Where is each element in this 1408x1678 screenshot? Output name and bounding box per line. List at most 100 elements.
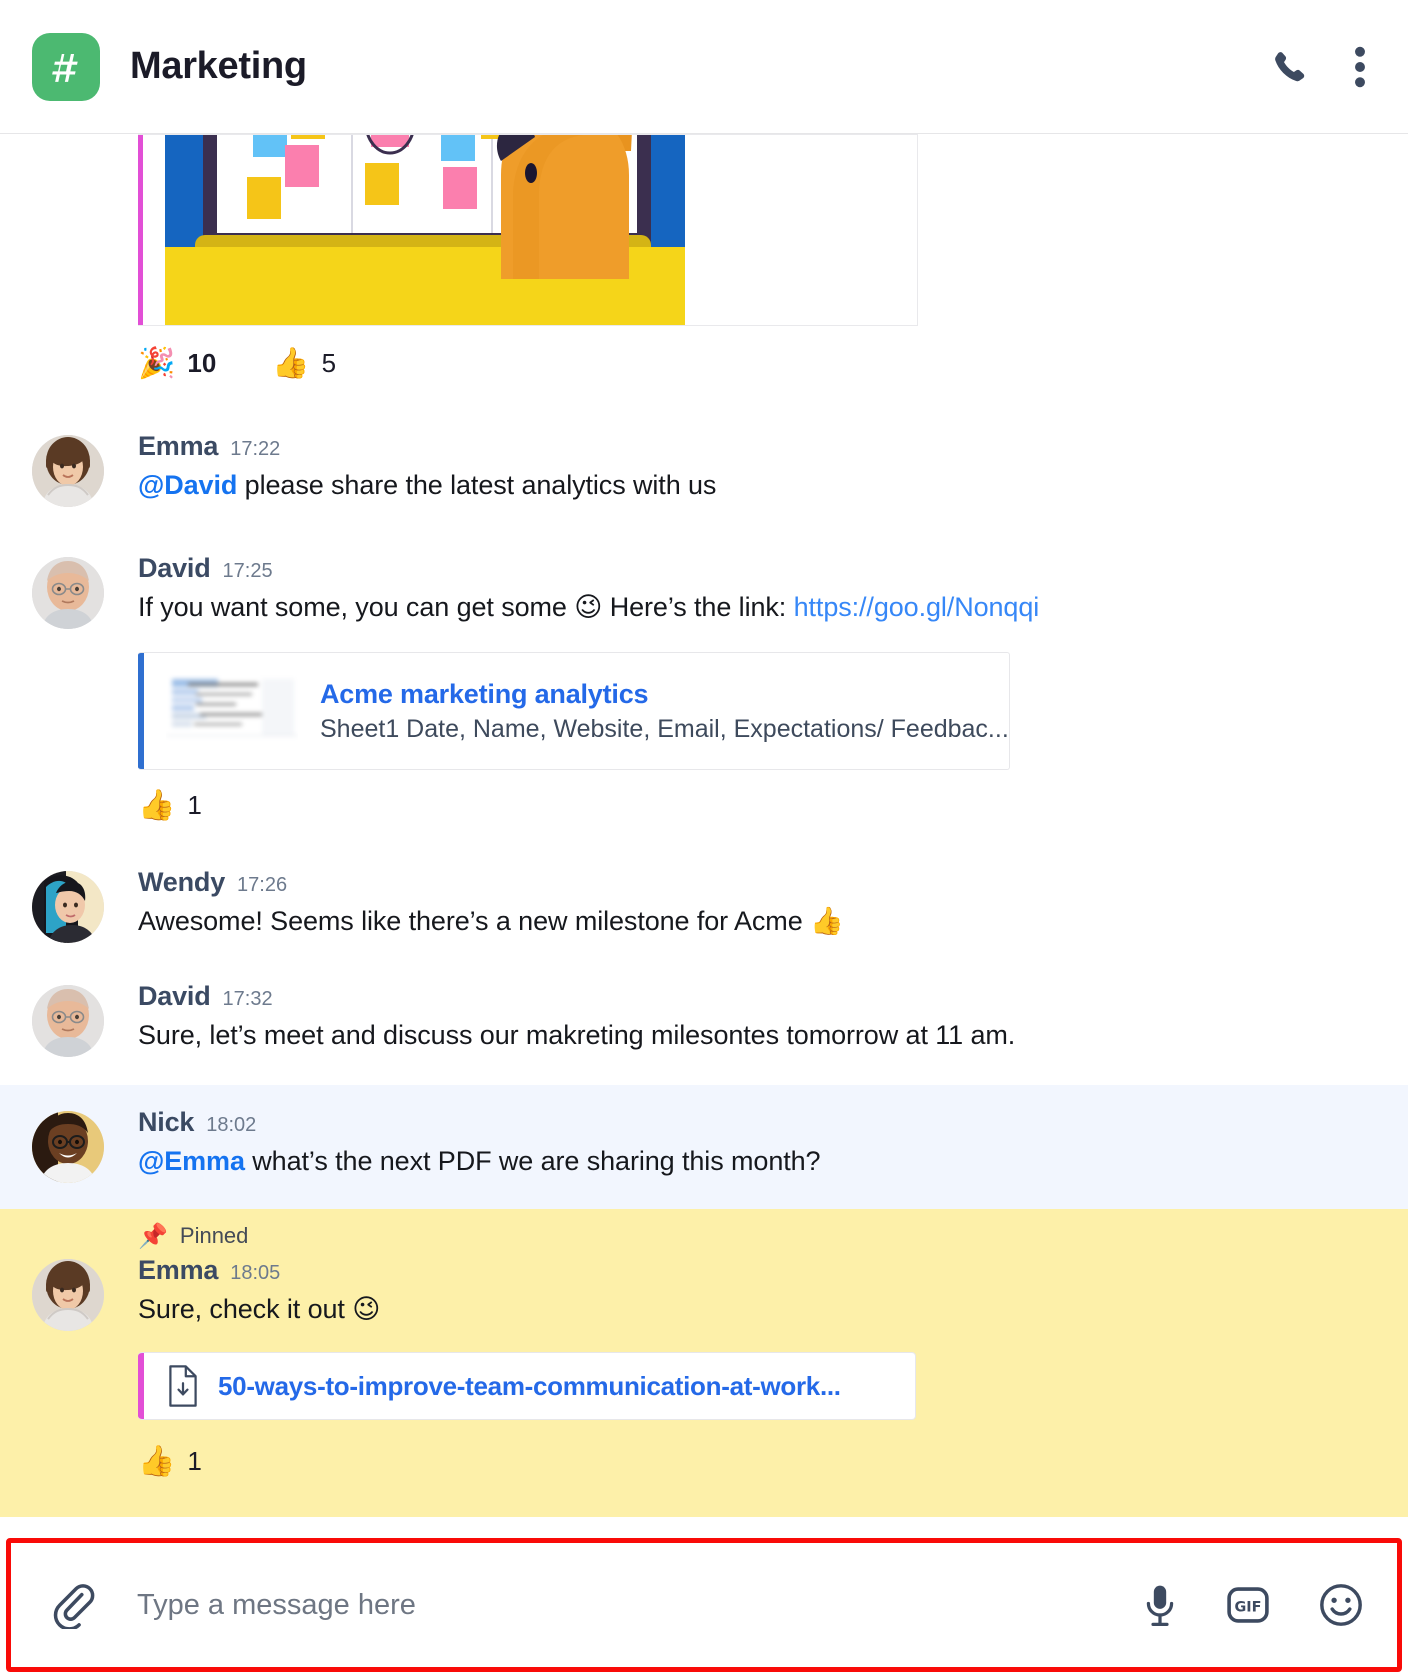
message-composer[interactable]: GIF: [6, 1538, 1402, 1672]
pinned-message: 📌 Pinned Emma 18:05 Sure, check it out 😉…: [0, 1209, 1408, 1517]
message-meta: Emma 17:22: [138, 431, 1376, 462]
message-time: 17:32: [222, 988, 273, 1010]
message-text-main: Awesome! Seems like there’s a new milest…: [138, 906, 811, 936]
reaction-count: 5: [321, 348, 337, 378]
list-item: Nick 18:02 @Emma what’s the next PDF we …: [0, 1107, 1408, 1183]
channel-header: Marketing: [0, 0, 1408, 134]
message-text-before: If you want some, you can get some: [138, 592, 575, 622]
reaction-bar: 👍 1: [0, 1446, 1408, 1477]
pinned-label: Pinned: [179, 1223, 249, 1248]
thumbs-up-icon: 👍: [272, 345, 310, 381]
file-download-icon: [166, 1365, 200, 1407]
preview-accent-bar: [138, 653, 144, 769]
list-item: Emma 17:22 @David please share the lates…: [0, 431, 1408, 507]
message-body: David 17:32 Sure, let’s meet and discuss…: [110, 981, 1376, 1057]
reaction-count: 1: [187, 790, 202, 820]
avatar[interactable]: [32, 1259, 104, 1331]
message-input[interactable]: [135, 1587, 1143, 1623]
message-meta: Nick 18:02: [138, 1107, 1376, 1138]
thumbs-up-icon: 👍: [138, 787, 176, 823]
message-body: Emma 18:05 Sure, check it out 😉 50-ways-…: [110, 1255, 1376, 1420]
message-url-link[interactable]: https://goo.gl/Nonqqi: [794, 592, 1040, 622]
more-options-icon[interactable]: [1354, 46, 1366, 88]
avatar[interactable]: [32, 871, 104, 943]
reaction-bar: 👍 1: [0, 790, 1408, 821]
message-text-main: Sure, check it out: [138, 1294, 353, 1324]
hash-icon: [32, 32, 100, 101]
party-popper-icon: 🎉: [138, 345, 176, 381]
message-text: @Emma what’s the next PDF we are sharing…: [138, 1141, 1376, 1181]
avatar-column: [32, 553, 110, 770]
avatar[interactable]: [32, 985, 104, 1057]
pinned-label-row: 📌 Pinned: [0, 1209, 1408, 1255]
header-actions: [1270, 46, 1366, 88]
message-meta: Wendy 17:26: [138, 867, 1376, 898]
list-item: David 17:25 If you want some, you can ge…: [0, 553, 1408, 770]
emoji-icon[interactable]: [1319, 1583, 1363, 1627]
preview-text: Acme marketing analytics Sheet1 Date, Na…: [298, 679, 1009, 744]
mention-link[interactable]: @Emma: [138, 1146, 245, 1176]
avatar[interactable]: [32, 557, 104, 629]
message-body: David 17:25 If you want some, you can ge…: [110, 553, 1376, 770]
message-list: 🎉 10 👍 5 Emma 17:22 @David please share …: [0, 134, 1408, 1517]
list-item: Wendy 17:26 Awesome! Seems like there’s …: [0, 867, 1408, 943]
message-text-rest: what’s the next PDF we are sharing this …: [244, 1146, 821, 1176]
party-popper-reaction[interactable]: 🎉 10: [138, 348, 216, 379]
message-time: 18:05: [230, 1262, 281, 1284]
mention-link[interactable]: @David: [138, 470, 237, 500]
spreadsheet-thumbnail-icon: [166, 673, 298, 749]
message-text-rest: please share the latest analytics with u…: [237, 470, 717, 500]
attachment-accent-bar: [138, 1353, 144, 1419]
file-name-link[interactable]: 50-ways-to-improve-team-communication-at…: [218, 1371, 841, 1402]
avatar[interactable]: [32, 1111, 104, 1183]
call-icon[interactable]: [1270, 48, 1308, 86]
message-author: David: [138, 981, 211, 1011]
avatar-column: [32, 981, 110, 1057]
highlighted-message: Nick 18:02 @Emma what’s the next PDF we …: [0, 1085, 1408, 1209]
message-time: 18:02: [206, 1114, 257, 1136]
gif-icon[interactable]: GIF: [1227, 1584, 1269, 1626]
avatar-column: [32, 431, 110, 507]
paperclip-icon[interactable]: [51, 1581, 95, 1629]
message-body: Emma 17:22 @David please share the lates…: [110, 431, 1376, 507]
page-title: Marketing: [130, 45, 307, 87]
message-author: David: [138, 553, 211, 583]
message-text: Awesome! Seems like there’s a new milest…: [138, 901, 1376, 942]
whiteboard-dog-illustration: [143, 135, 917, 325]
image-attachment[interactable]: [138, 134, 918, 326]
message-time: 17:22: [230, 438, 281, 460]
message-meta: Emma 18:05: [138, 1255, 1376, 1286]
microphone-icon[interactable]: [1143, 1583, 1177, 1627]
message-time: 17:25: [222, 560, 273, 582]
preview-title[interactable]: Acme marketing analytics: [320, 679, 1009, 710]
avatar-column: [32, 1107, 110, 1183]
message-text: @David please share the latest analytics…: [138, 465, 1376, 505]
list-item: [0, 134, 1408, 326]
thumbs-up-reaction[interactable]: 👍 1: [138, 790, 202, 821]
winking-face-emoji: 😉: [352, 1294, 381, 1325]
message-body: Wendy 17:26 Awesome! Seems like there’s …: [110, 867, 1376, 943]
winking-face-emoji: 😉: [574, 592, 603, 623]
reaction-bar: 🎉 10 👍 5: [0, 348, 1408, 379]
message-time: 17:26: [237, 874, 288, 896]
message-author: Wendy: [138, 867, 226, 897]
link-preview-card[interactable]: Acme marketing analytics Sheet1 Date, Na…: [138, 652, 1010, 770]
message-text: Sure, let’s meet and discuss our makreti…: [138, 1020, 1016, 1050]
avatar-column: [32, 867, 110, 943]
list-item: David 17:32 Sure, let’s meet and discuss…: [0, 981, 1408, 1057]
thumbs-up-emoji: 👍: [810, 906, 844, 937]
thumbs-up-reaction[interactable]: 👍 5: [272, 348, 336, 379]
message-text: If you want some, you can get some 😉 Her…: [138, 587, 1376, 628]
message-author: Emma: [138, 1255, 219, 1285]
avatar[interactable]: [32, 435, 104, 507]
message-author: Emma: [138, 431, 219, 461]
pushpin-icon: 📌: [138, 1222, 168, 1250]
thumbs-up-reaction[interactable]: 👍 1: [138, 1446, 202, 1477]
message-body: Nick 18:02 @Emma what’s the next PDF we …: [110, 1107, 1376, 1183]
message-author: Nick: [138, 1107, 195, 1137]
message-meta: David 17:25: [138, 553, 1376, 584]
file-attachment-card[interactable]: 50-ways-to-improve-team-communication-at…: [138, 1352, 916, 1420]
svg-text:GIF: GIF: [1235, 1600, 1262, 1616]
preview-description: Sheet1 Date, Name, Website, Email, Expec…: [320, 714, 1009, 743]
reaction-count: 1: [187, 1446, 202, 1476]
